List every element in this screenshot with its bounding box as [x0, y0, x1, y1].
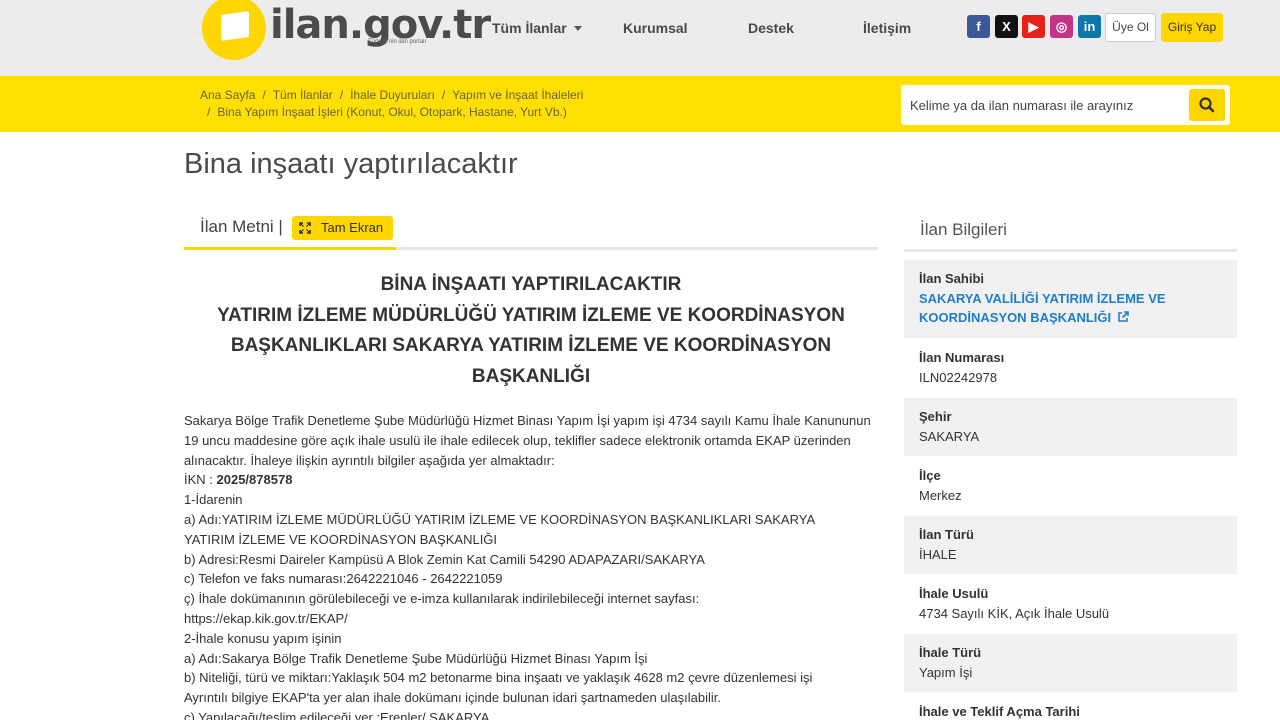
info-label: Şehir — [919, 409, 952, 424]
document-line: c) Yapılacağı/teslim edileceği yer :Eren… — [184, 709, 490, 720]
info-value: ILN02242978 — [919, 369, 998, 385]
info-label: İhale Türü — [919, 645, 982, 660]
document-line: a) Adı:YATIRIM İZLEME MÜDÜRLÜĞÜ YATIRIM … — [184, 511, 816, 527]
document-heading-line: BAŞKANLIĞI — [471, 365, 591, 387]
document-heading: BİNA İNŞAATI YAPTIRILACAKTIR YATIRIM İZL… — [184, 270, 878, 392]
document-line: Ayrıntılı bilgiye EKAP'ta yer alan ihale… — [184, 690, 721, 706]
tab-listing-text[interactable]: İlan Metni | Tam Ekran — [184, 210, 396, 250]
search-icon — [1199, 97, 1215, 113]
ikn-label: İKN : — [184, 472, 217, 488]
ikn-value: 2025/878578 — [216, 472, 293, 488]
info-label: İlan Numarası — [919, 350, 1005, 365]
nav-all-listings-label: Tüm İlanlar — [492, 20, 567, 36]
breadcrumb: Ana Sayfa / Tüm İlanlar / İhale Duyuruları / Y… — [200, 88, 584, 119]
info-tender-type: İhale Türü Yapım İşi — [904, 634, 1237, 692]
instagram-icon[interactable]: ◎ — [1050, 15, 1073, 38]
logo-document-icon — [221, 11, 249, 41]
login-button[interactable]: Giriş Yap — [1161, 13, 1223, 42]
site-header: ilan.gov.tr Türkiye'nin ilan portalı Tüm… — [0, 0, 1280, 76]
info-listing-type: İlan Türü İHALE — [904, 516, 1237, 574]
document-heading-line: BAŞKANLIKLARI SAKARYA YATIRIM İZLEME VE … — [230, 335, 832, 356]
tab-listing-text-label: İlan Metni | — [200, 217, 283, 236]
nav-support[interactable]: Destek — [748, 20, 794, 36]
document-line: 1-İdarenin — [184, 492, 243, 508]
nav-all-listings[interactable]: Tüm İlanlar — [492, 20, 582, 36]
info-label: İhale ve Teklif Açma Tarihi — [919, 704, 1080, 719]
sidebar-title: İlan Bilgileri — [904, 210, 1237, 252]
document-intro: Sakarya Bölge Trafik Denetleme Şube Müdü… — [184, 413, 871, 468]
breadcrumb-tenders[interactable]: İhale Duyuruları — [350, 88, 435, 102]
document-ikn: İKN : 2025/878578 — [184, 470, 884, 490]
info-value: SAKARYA — [919, 428, 980, 444]
info-value: Yapım İşi — [919, 664, 973, 680]
search-button[interactable] — [1189, 89, 1225, 121]
search-box — [901, 85, 1230, 125]
caret-down-icon — [573, 26, 582, 31]
breadcrumb-search-bar: Ana Sayfa / Tüm İlanlar / İhale Duyuruları / Y… — [0, 76, 1280, 132]
content-tabs: İlan Metni | Tam Ekran — [184, 210, 878, 250]
document-heading-line: YATIRIM İZLEME MÜDÜRLÜĞÜ YATIRIM İZLEME … — [217, 304, 845, 326]
breadcrumb-current[interactable]: Bina Yapım İnşaat İşleri (Konut, Okul, O… — [217, 105, 567, 119]
linkedin-icon[interactable]: in — [1078, 15, 1101, 38]
document-line: ç) İhale dokümanının görülebileceği ve e… — [184, 591, 700, 607]
document-line: b) Niteliği, türü ve miktarı:Yaklaşık 50… — [184, 670, 813, 686]
document-body: Sakarya Bölge Trafik Denetleme Şube Müdü… — [184, 411, 884, 720]
site-logo[interactable]: ilan.gov.tr Türkiye'nin ilan portalı — [202, 0, 491, 66]
page-title: Bina inşaatı yaptırılacaktır — [184, 148, 518, 180]
info-label: İlçe — [919, 468, 941, 483]
document-line: a) Adı:Sakarya Bölge Trafik Denetleme Şu… — [184, 650, 648, 666]
facebook-icon[interactable]: f — [967, 15, 990, 38]
search-input[interactable] — [910, 95, 1180, 115]
info-label: İhale Usulü — [919, 586, 989, 601]
youtube-icon[interactable]: ▶ — [1022, 15, 1045, 38]
info-label: İlan Sahibi — [919, 271, 985, 286]
document-line: YATIRIM İZLEME VE KOORDİNASYON BAŞKANLIĞ… — [184, 531, 498, 547]
info-value: 4734 Sayılı KİK, Açık İhale Usulü — [919, 605, 1110, 621]
document-line: b) Adresi:Resmi Daireler Kampüsü A Blok … — [184, 551, 705, 567]
breadcrumb-home[interactable]: Ana Sayfa — [200, 88, 255, 102]
document-line: c) Telefon ve faks numarası:2642221046 -… — [184, 571, 503, 587]
info-city: Şehir SAKARYA — [904, 398, 1237, 456]
logo-tagline: Türkiye'nin ilan portalı — [368, 39, 427, 45]
nav-corporate[interactable]: Kurumsal — [623, 20, 688, 36]
sidebar-title-label: İlan Bilgileri — [920, 220, 1007, 239]
info-listing-number: İlan Numarası ILN02242978 — [904, 339, 1237, 397]
breadcrumb-all-listings[interactable]: Tüm İlanlar — [273, 88, 333, 102]
x-twitter-icon[interactable]: X — [995, 15, 1018, 38]
document-line: 2-İhale konusu yapım işinin — [184, 630, 342, 646]
info-tender-date: İhale ve Teklif Açma Tarihi — [904, 693, 1237, 720]
external-link-icon — [1117, 311, 1129, 322]
nav-contact[interactable]: İletişim — [863, 20, 911, 36]
info-value: İHALE — [919, 546, 957, 562]
document-heading-line: BİNA İNŞAATI YAPTIRILACAKTIR — [380, 274, 682, 295]
fullscreen-label: Tam Ekran — [321, 220, 384, 235]
document-link[interactable]: https://ekap.kik.gov.tr/EKAP/ — [184, 609, 884, 629]
info-district: İlçe Merkez — [904, 457, 1237, 515]
breadcrumb-construction[interactable]: Yapım ve İnşaat İhaleleri — [452, 88, 583, 102]
expand-icon — [299, 222, 311, 234]
owner-link[interactable]: SAKARYA VALİLİĞİ YATIRIM İZLEME VE KOORD… — [919, 289, 1222, 328]
signup-button[interactable]: Üye Ol — [1105, 13, 1156, 42]
info-value: Merkez — [919, 487, 962, 503]
info-tender-method: İhale Usulü 4734 Sayılı KİK, Açık İhale … — [904, 575, 1237, 633]
fullscreen-button[interactable]: Tam Ekran — [292, 216, 393, 240]
info-label: İlan Türü — [919, 527, 974, 542]
info-owner: İlan Sahibi SAKARYA VALİLİĞİ YATIRIM İZL… — [904, 260, 1237, 338]
